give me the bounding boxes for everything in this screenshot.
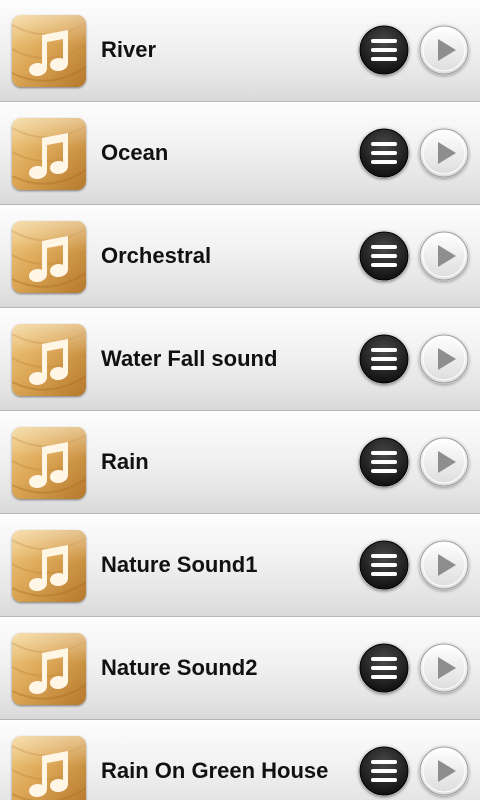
track-row[interactable]: Orchestral: [0, 205, 480, 308]
music-note-icon: [12, 324, 86, 396]
menu-icon[interactable]: [359, 25, 409, 75]
music-note-icon: [12, 118, 86, 190]
track-row[interactable]: Nature Sound1: [0, 514, 480, 617]
music-note-icon: [12, 530, 86, 602]
track-list: River Ocean Orchestral Water Fall sound …: [0, 0, 480, 800]
track-title: Nature Sound2: [101, 655, 258, 680]
menu-icon[interactable]: [359, 540, 409, 590]
track-title: Water Fall sound: [101, 346, 278, 371]
menu-icon[interactable]: [359, 643, 409, 693]
play-icon[interactable]: [419, 334, 469, 384]
track-title: Orchestral: [101, 243, 212, 268]
play-icon[interactable]: [419, 231, 469, 281]
menu-icon[interactable]: [359, 231, 409, 281]
play-icon[interactable]: [419, 25, 469, 75]
track-title: Rain On Green House: [101, 758, 329, 783]
track-title: Nature Sound1: [101, 552, 258, 577]
play-icon[interactable]: [419, 437, 469, 487]
music-note-icon: [12, 427, 86, 499]
play-icon[interactable]: [419, 746, 469, 796]
track-title: River: [101, 37, 157, 62]
play-icon[interactable]: [419, 643, 469, 693]
track-title: Ocean: [101, 140, 169, 165]
music-note-icon: [12, 633, 86, 705]
track-row[interactable]: Ocean: [0, 102, 480, 205]
play-icon[interactable]: [419, 540, 469, 590]
music-note-icon: [12, 221, 86, 293]
menu-icon[interactable]: [359, 334, 409, 384]
menu-icon[interactable]: [359, 746, 409, 796]
music-note-icon: [12, 736, 86, 800]
menu-icon[interactable]: [359, 437, 409, 487]
track-row[interactable]: Rain On Green House: [0, 720, 480, 800]
track-row[interactable]: Water Fall sound: [0, 308, 480, 411]
music-note-icon: [12, 15, 86, 87]
track-row[interactable]: Rain: [0, 411, 480, 514]
menu-icon[interactable]: [359, 128, 409, 178]
track-title: Rain: [101, 449, 149, 474]
track-row[interactable]: Nature Sound2: [0, 617, 480, 720]
track-row[interactable]: River: [0, 0, 480, 102]
play-icon[interactable]: [419, 128, 469, 178]
